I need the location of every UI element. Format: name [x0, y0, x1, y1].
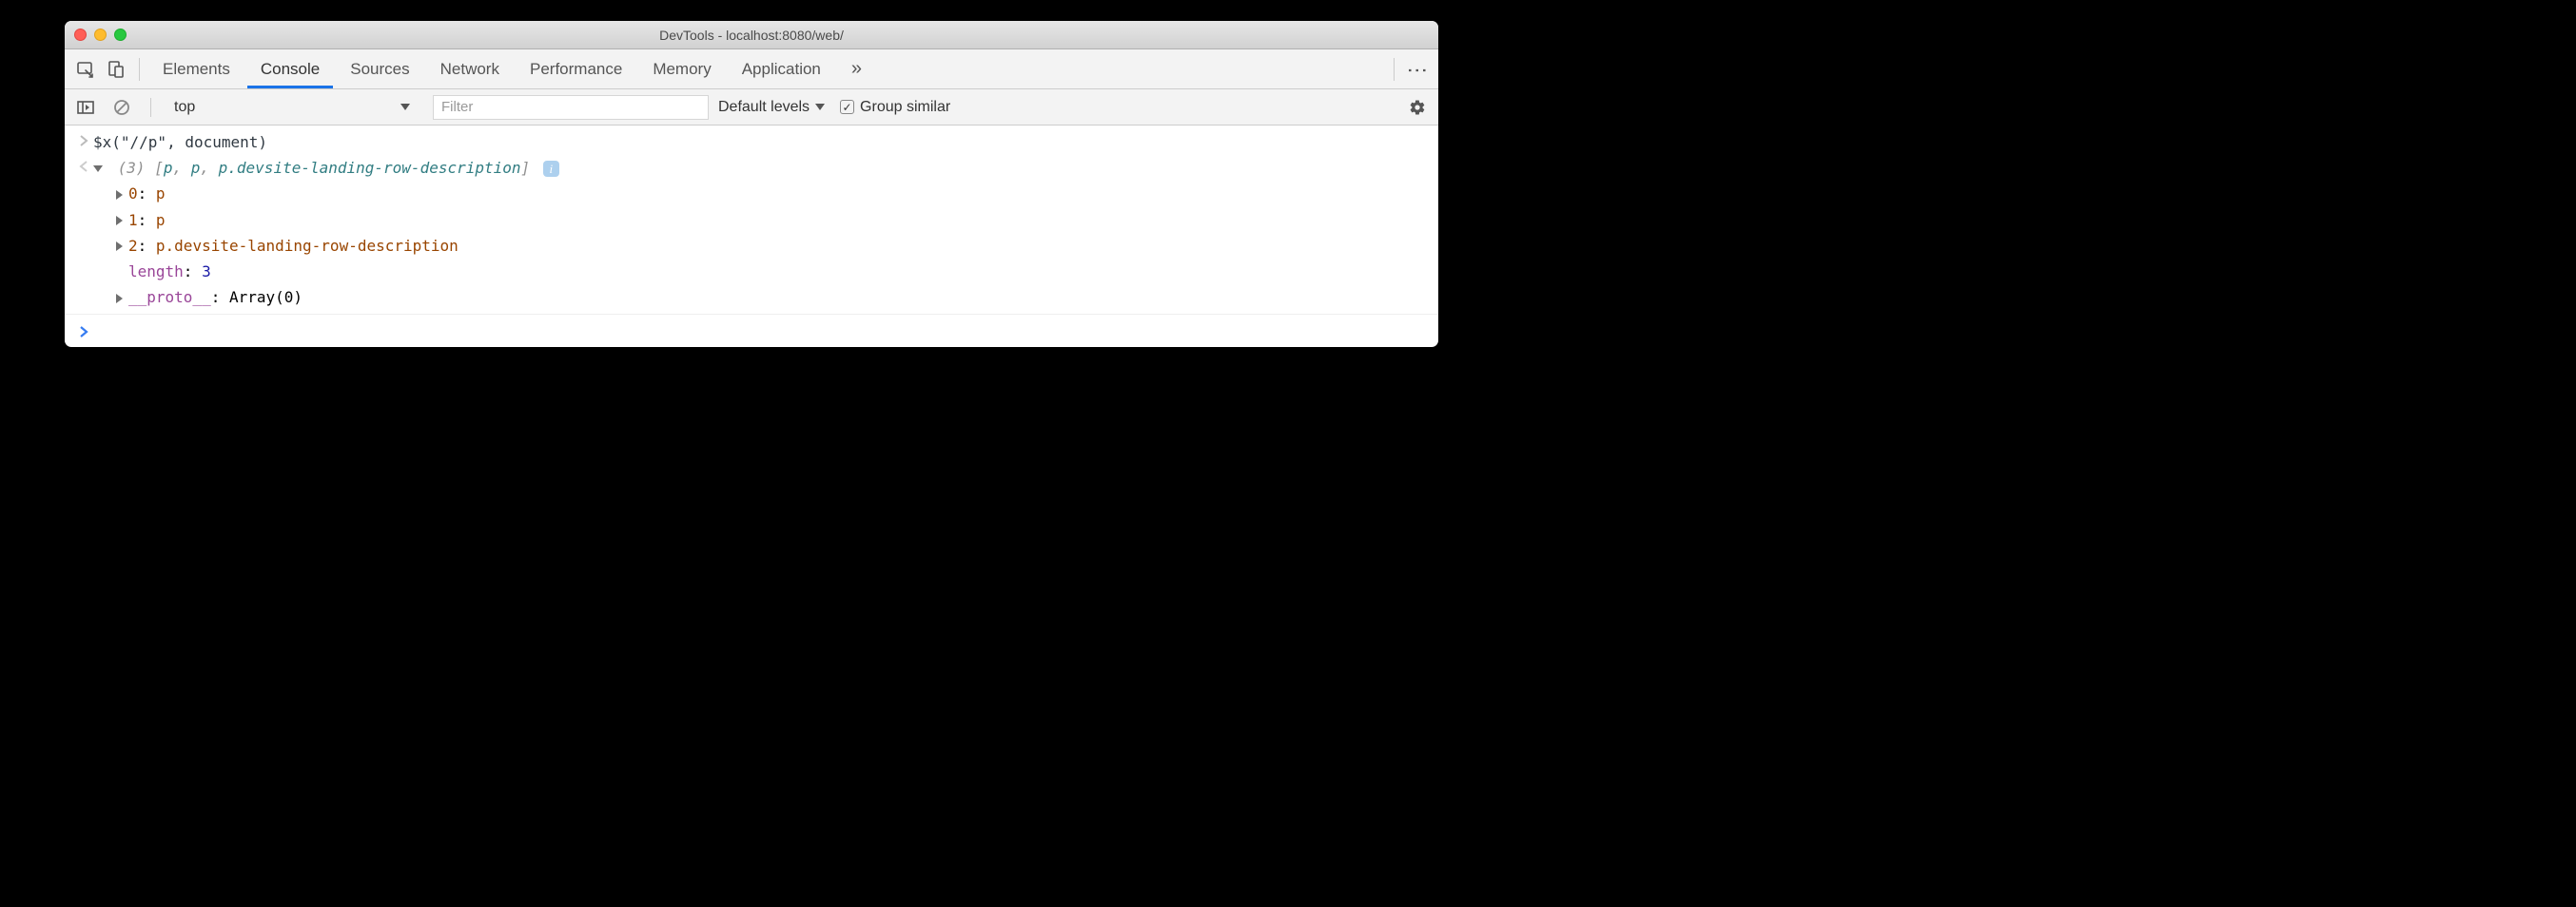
chevron-down-icon — [815, 104, 825, 110]
chevron-right-icon — [116, 216, 123, 225]
output-chevron-icon — [74, 155, 93, 172]
inspect-icon[interactable] — [72, 56, 99, 83]
tree-item[interactable]: __proto__: Array(0) — [93, 284, 559, 310]
context-select[interactable]: top — [166, 95, 423, 120]
preview-item: p — [191, 159, 201, 177]
item-value: p — [156, 184, 166, 203]
levels-label: Default levels — [718, 99, 810, 116]
console-result-row: (3) [p, p, p.devsite-landing-row-descrip… — [65, 155, 1438, 315]
tab-sources[interactable]: Sources — [337, 49, 422, 88]
input-chevron-icon — [74, 129, 93, 146]
console-toolbar: top Filter Default levels ✓ Group simila… — [65, 89, 1438, 125]
group-similar-label: Group similar — [860, 99, 950, 116]
console-input-text: $x("//p", document) — [93, 129, 267, 155]
console-prompt-row[interactable] — [65, 317, 1438, 347]
tab-elements[interactable]: Elements — [149, 49, 244, 88]
divider — [1394, 58, 1395, 81]
filter-input[interactable]: Filter — [433, 95, 709, 120]
checkbox-checked-icon: ✓ — [840, 100, 854, 114]
item-value: p — [156, 211, 166, 229]
item-index: 0 — [128, 184, 138, 203]
length-label: length — [128, 262, 184, 280]
prompt-chevron-icon — [74, 320, 93, 338]
tree-item: length: 3 — [93, 259, 559, 284]
gear-icon[interactable] — [1404, 94, 1431, 121]
item-index: 1 — [128, 211, 138, 229]
proto-value: Array(0) — [229, 288, 302, 306]
device-toggle-icon[interactable] — [103, 56, 129, 83]
toggle-sidebar-icon[interactable] — [72, 94, 99, 121]
tab-memory[interactable]: Memory — [639, 49, 724, 88]
chevron-right-icon — [116, 294, 123, 303]
bracket-open: [ — [154, 159, 164, 177]
tab-performance[interactable]: Performance — [517, 49, 635, 88]
tab-network[interactable]: Network — [427, 49, 513, 88]
result-tree[interactable]: (3) [p, p, p.devsite-landing-row-descrip… — [93, 155, 559, 310]
result-summary[interactable]: (3) [p, p, p.devsite-landing-row-descrip… — [93, 155, 559, 181]
console-body: $x("//p", document) (3) [p, p, p.devsite… — [65, 125, 1438, 347]
console-input-row: $x("//p", document) — [65, 129, 1438, 155]
tabs-overflow-icon[interactable]: » — [838, 49, 875, 88]
length-value: 3 — [202, 262, 211, 280]
levels-select[interactable]: Default levels — [718, 99, 830, 116]
item-index: 2 — [128, 237, 138, 255]
filter-placeholder: Filter — [441, 99, 473, 115]
window-title: DevTools - localhost:8080/web/ — [65, 28, 1438, 43]
preview-item: p.devsite-landing-row-description — [219, 159, 521, 177]
divider — [139, 58, 140, 81]
bracket-close: ] — [521, 159, 531, 177]
chevron-right-icon — [116, 190, 123, 200]
chevron-right-icon — [116, 241, 123, 251]
kebab-menu-icon[interactable]: ⋮ — [1404, 56, 1431, 83]
divider — [150, 98, 151, 117]
proto-label: __proto__ — [128, 288, 211, 306]
group-similar-toggle[interactable]: ✓ Group similar — [840, 99, 950, 116]
tree-item[interactable]: 0: p — [93, 181, 559, 206]
main-tabs: Elements Console Sources Network Perform… — [65, 49, 1438, 89]
tree-item[interactable]: 2: p.devsite-landing-row-description — [93, 233, 559, 259]
info-icon[interactable]: i — [543, 161, 559, 177]
context-value: top — [174, 99, 195, 116]
result-count: (3) — [118, 159, 146, 177]
tree-item[interactable]: 1: p — [93, 207, 559, 233]
item-value: p.devsite-landing-row-description — [156, 237, 459, 255]
tab-console[interactable]: Console — [247, 49, 333, 88]
chevron-down-icon — [93, 165, 103, 172]
devtools-window: DevTools - localhost:8080/web/ Elements … — [65, 21, 1438, 347]
tab-application[interactable]: Application — [729, 49, 834, 88]
clear-console-icon[interactable] — [108, 94, 135, 121]
titlebar: DevTools - localhost:8080/web/ — [65, 21, 1438, 49]
chevron-down-icon — [400, 104, 410, 110]
